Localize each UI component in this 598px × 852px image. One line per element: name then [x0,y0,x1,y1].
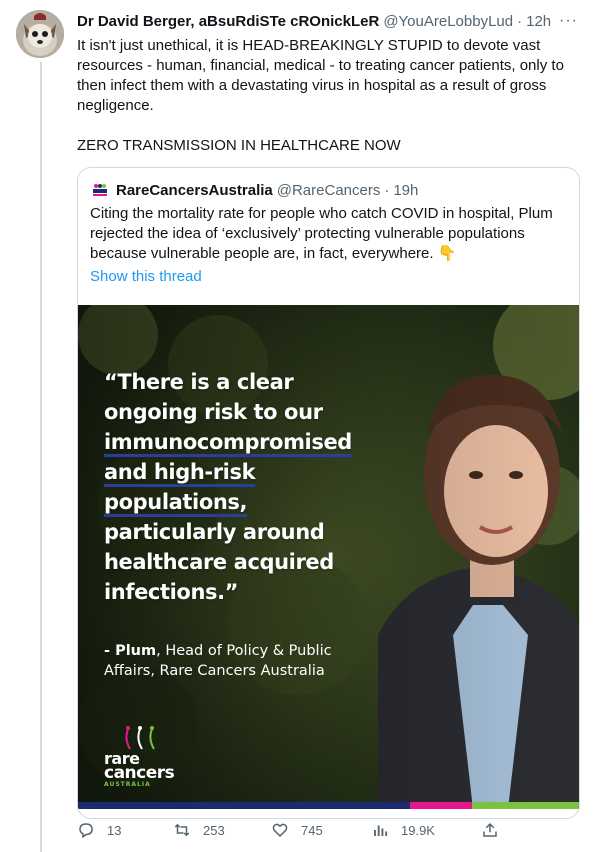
image-quote-line: immunocompromised [104,430,352,457]
avatar[interactable] [16,10,64,58]
author-name[interactable]: Dr David Berger, aBsuRdiSTe cROnickLeR [77,13,379,30]
reply-count: 13 [107,822,122,838]
tweet-text-paragraph-2: ZERO TRANSMISSION IN HEALTHCARE NOW [77,137,401,154]
quoted-author-handle[interactable]: @RareCancers [277,182,381,199]
color-bar-pink [410,802,472,809]
more-options-icon[interactable]: ··· [559,12,578,30]
tweet-actions: 13 253 745 19.9K [77,818,507,842]
brand-color-bar [78,802,579,809]
author-handle[interactable]: @YouAreLobbyLud [383,13,513,30]
image-quote-line: populations, [104,490,248,517]
like-count: 745 [301,822,323,838]
reply-icon [79,823,93,839]
image-quote-line: healthcare acquired [104,550,334,574]
color-bar-green [472,802,579,809]
image-quote-line: “There is a clear [104,370,294,394]
tweet-header: Dr David Berger, aBsuRdiSTe cROnickLeR @… [77,10,582,32]
quoted-tweet-text: Citing the mortality rate for people who… [90,205,553,262]
share-button[interactable] [481,821,511,839]
color-bar-navy [78,802,410,809]
thread-line [40,62,42,852]
quoted-tweet-image[interactable]: “There is a clear ongoing risk to our im… [78,305,579,809]
avatar-dog-image [16,10,64,58]
tweet-text: It isn't just unethical, it is HEAD-BREA… [77,36,577,156]
quoted-author-name[interactable]: RareCancersAustralia [116,182,273,199]
retweet-count: 253 [203,822,225,838]
share-icon [483,822,497,837]
views-button[interactable]: 19.9K [371,821,435,839]
quoted-separator-dot: · [384,181,390,199]
view-count: 19.9K [401,822,435,838]
image-quote-line: particularly around [104,520,325,544]
like-button[interactable]: 745 [271,821,323,839]
image-quote-line-wrap: immunocompromised [104,427,374,457]
image-quote-text: “There is a clear ongoing risk to our im… [104,367,374,607]
rare-cancers-australia-logo: rare cancers AUSTRALIA [102,725,192,788]
image-attribution: - Plum, Head of Policy & Public Affairs,… [104,641,364,681]
quoted-tweet[interactable]: RareCancersAustralia @RareCancers · 19h … [77,167,580,819]
separator-dot: · [517,12,523,30]
tweet-time[interactable]: 12h [526,13,551,30]
views-chart-icon [374,825,388,836]
tweet[interactable]: Dr David Berger, aBsuRdiSTe cROnickLeR @… [77,10,582,819]
attribution-name: - Plum [104,643,157,659]
show-thread-link[interactable]: Show this thread [78,264,579,288]
image-quote-line: infections.” [104,580,239,604]
rare-cancers-logo-icon [90,180,110,200]
logo-word-australia: AUSTRALIA [104,781,151,788]
image-quote-line: and high-risk [104,460,256,487]
logo-word-cancers: cancers [104,763,175,783]
reply-button[interactable]: 13 [77,821,121,839]
quoted-time[interactable]: 19h [393,182,418,199]
image-quote-line-wrap: populations, [104,487,374,517]
retweet-icon [174,823,190,837]
retweet-button[interactable]: 253 [173,821,225,839]
image-quote-line-wrap: and high-risk [104,457,374,487]
quoted-tweet-header: RareCancersAustralia @RareCancers · 19h [78,168,579,200]
tweet-text-paragraph-1: It isn't just unethical, it is HEAD-BREA… [77,37,564,114]
heart-icon [272,823,288,838]
image-quote-line: ongoing risk to our [104,400,323,424]
